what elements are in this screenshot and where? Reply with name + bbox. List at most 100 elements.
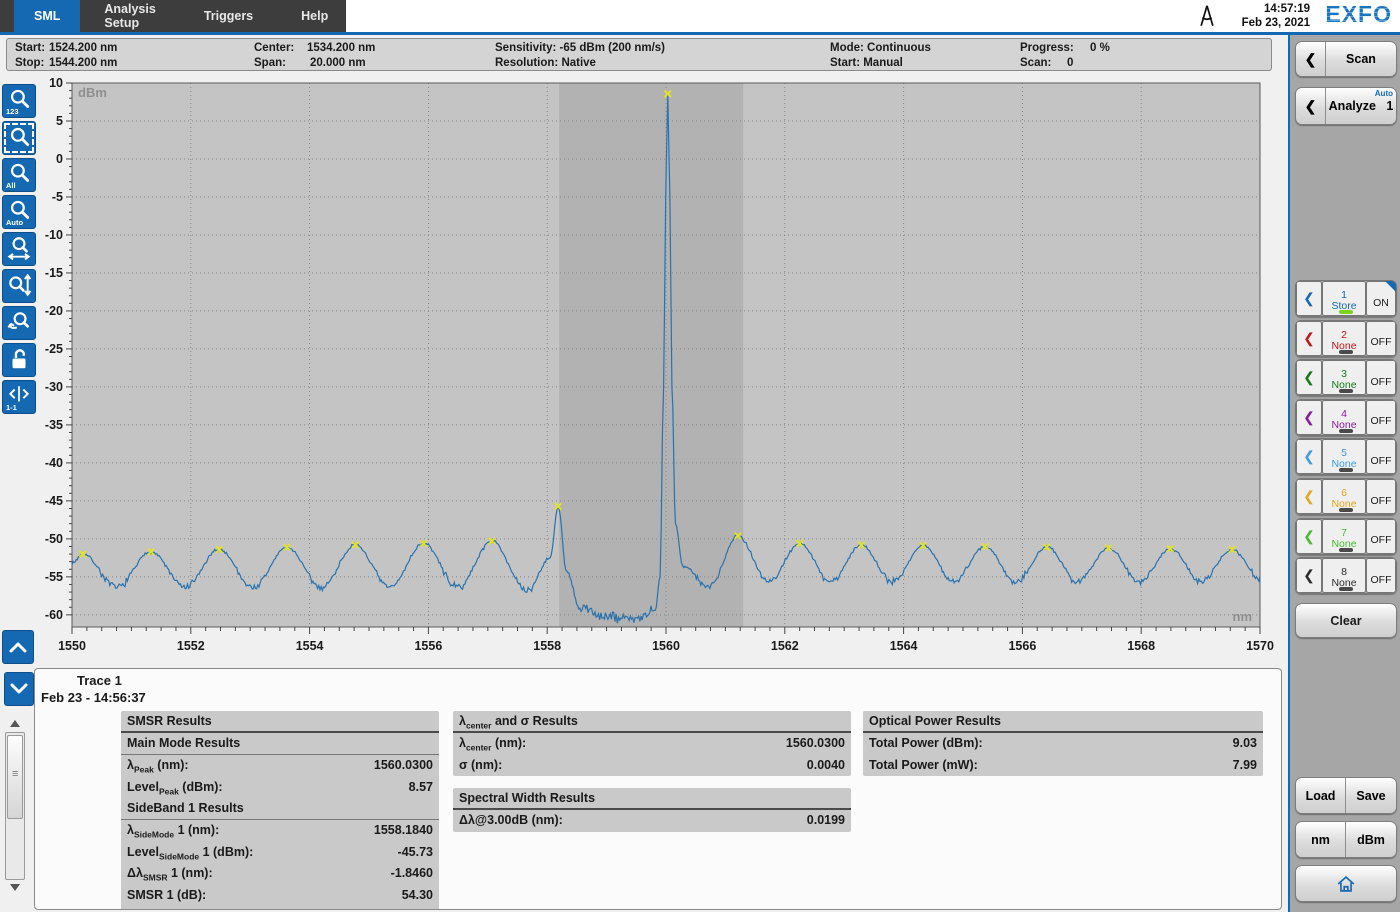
smsr-results-column: SMSR ResultsMain Mode ResultsλPeak (nm):… — [121, 711, 439, 910]
tab-analysis-setup[interactable]: Analysis Setup — [80, 0, 179, 32]
analyze-auto-badge: Auto — [1375, 89, 1393, 98]
y-tick-label: -25 — [45, 342, 63, 356]
y-tick-label: -5 — [52, 190, 63, 204]
trace-state-led — [1339, 587, 1353, 591]
compass-icon — [1194, 3, 1220, 29]
result-value: -45.73 — [398, 845, 433, 861]
chart-expand-button[interactable] — [2, 630, 34, 664]
analyze-options-button[interactable]: ❮ — [1296, 88, 1326, 124]
result-label: λPeak (nm): — [127, 758, 189, 774]
save-button[interactable]: Save — [1346, 778, 1396, 813]
home-button[interactable] — [1295, 865, 1397, 902]
x-tick-label: 1562 — [771, 639, 799, 653]
toolbar-button-sublabel: Auto — [6, 218, 23, 227]
results-collapse-button[interactable] — [4, 672, 34, 706]
zoom-vertical-button[interactable] — [2, 269, 36, 303]
trace-4-onoff-button[interactable]: OFF — [1366, 400, 1396, 435]
toolbar-button-sublabel: 123 — [6, 107, 19, 116]
trace-5-onoff-button[interactable]: OFF — [1366, 439, 1396, 474]
trace-5-row: ❮5NoneOFF — [1295, 438, 1397, 475]
x-tick-label: 1558 — [533, 639, 561, 653]
analyze-group: ❮ Auto Analyze 1 — [1295, 87, 1397, 125]
tab-help[interactable]: Help — [277, 0, 352, 32]
clear-button[interactable]: Clear — [1295, 603, 1397, 638]
y-tick-label: -30 — [45, 380, 63, 394]
trace-3-onoff-button[interactable]: OFF — [1366, 360, 1396, 395]
result-row: Total Power (dBm): 9.03 — [863, 733, 1263, 755]
trace-8-onoff-button[interactable]: OFF — [1366, 558, 1396, 593]
start-value: 1524.200 nm — [49, 42, 117, 54]
tab-sml[interactable]: SML — [14, 0, 80, 32]
clock: 14:57:19 Feb 23, 2021 — [1242, 2, 1310, 30]
results-timestamp: Feb 23 - 14:56:37 — [41, 690, 146, 705]
trace-state-label: OFF — [1368, 571, 1394, 586]
results-table: λcenter and σ Resultsλcenter (nm):1560.0… — [453, 711, 851, 776]
zoom-selection-button[interactable] — [2, 121, 36, 155]
trace-1-options-button[interactable]: ❮ — [1296, 281, 1322, 316]
results-panel: Trace 1 Feb 23 - 14:56:37 SMSR ResultsMa… — [34, 668, 1282, 910]
trace-state-led — [1339, 429, 1353, 433]
scan-button[interactable]: Scan — [1326, 42, 1396, 76]
trace-6-onoff-button[interactable]: OFF — [1366, 479, 1396, 514]
result-row: LevelPeak (dBm):8.57 — [121, 777, 439, 799]
trace-4-options-button[interactable]: ❮ — [1296, 400, 1322, 435]
x-tick-label: 1550 — [58, 639, 86, 653]
markers-button[interactable]: 1-1 — [2, 380, 36, 414]
analyze-button[interactable]: Auto Analyze 1 — [1326, 88, 1396, 124]
result-row: σ (nm):0.0040 — [453, 755, 851, 777]
results-scrollbar-thumb[interactable] — [7, 735, 23, 819]
trace-3-row: ❮3NoneOFF — [1295, 359, 1397, 396]
trace-5-options-button[interactable]: ❮ — [1296, 439, 1322, 474]
result-value: -1.8460 — [391, 866, 433, 882]
trace-7-options-button[interactable]: ❮ — [1296, 519, 1322, 554]
result-row: Total Power (mW):7.99 — [863, 755, 1263, 777]
results-trace-title: Trace 1 — [77, 673, 122, 688]
trace-number: 2 — [1324, 330, 1364, 341]
zoom-undo-button[interactable] — [2, 306, 36, 340]
result-value: 1560.0300 — [374, 758, 433, 774]
stop-label: Stop: — [15, 57, 44, 69]
scan-status-bar: Start: 1524.200 nm Stop: 1544.200 nm Cen… — [6, 38, 1272, 71]
y-tick-label: -15 — [45, 266, 63, 280]
result-value: 9.03 — [1233, 736, 1257, 752]
tab-triggers[interactable]: Triggers — [180, 0, 277, 32]
result-label: Total Power (dBm): — [869, 736, 983, 752]
x-unit-button[interactable]: nm — [1296, 822, 1346, 857]
result-row: λPeak (nm): 1560.0300 — [121, 755, 439, 777]
zoom-auto-button[interactable]: Auto — [2, 195, 36, 229]
trace-3-options-button[interactable]: ❮ — [1296, 360, 1322, 395]
spectrum-plot[interactable]: 1550155215541556155815601562156415661568… — [38, 70, 1286, 670]
y-axis-unit-label: dBm — [78, 85, 107, 100]
result-label: σ (nm): — [459, 758, 502, 774]
load-button[interactable]: Load — [1296, 778, 1346, 813]
lock-open-button[interactable] — [2, 343, 36, 377]
results-table-header: SMSR Results — [121, 711, 439, 733]
spectrum-chart[interactable]: 1550155215541556155815601562156415661568… — [38, 70, 1286, 670]
results-table: Optical Power ResultsTotal Power (dBm):9… — [863, 711, 1263, 776]
results-scrollbar[interactable] — [5, 732, 25, 880]
results-table-header: λcenter and σ Results — [453, 711, 851, 733]
zoom-numeric-button[interactable]: 123 — [2, 84, 36, 118]
trace-6-row: ❮6NoneOFF — [1295, 478, 1397, 515]
scan-count-label: Scan: — [1020, 57, 1051, 69]
trace-7-onoff-button[interactable]: OFF — [1366, 519, 1396, 554]
result-label: Δλ@3.00dB (nm): — [459, 813, 563, 829]
scan-options-button[interactable]: ❮ — [1296, 42, 1326, 76]
x-tick-label: 1556 — [414, 639, 442, 653]
trace-2-options-button[interactable]: ❮ — [1296, 321, 1322, 356]
trace-6-options-button[interactable]: ❮ — [1296, 479, 1322, 514]
trace-state-label: ON — [1368, 294, 1394, 309]
y-tick-label: -50 — [45, 532, 63, 546]
x-tick-label: 1570 — [1246, 639, 1274, 653]
result-label: λSideMode 1 (nm): — [127, 823, 219, 839]
results-scroll-up-icon[interactable] — [10, 720, 20, 727]
sensitivity: Sensitivity: -65 dBm (200 nm/s) — [495, 42, 665, 54]
y-unit-button[interactable]: dBm — [1346, 822, 1396, 857]
trace-8-options-button[interactable]: ❮ — [1296, 558, 1322, 593]
trace-2-onoff-button[interactable]: OFF — [1366, 321, 1396, 356]
zoom-horizontal-button[interactable] — [2, 232, 36, 266]
result-value: 7.99 — [1233, 758, 1257, 774]
results-scroll-down-icon[interactable] — [10, 884, 20, 891]
trigger-start: Start: Manual — [830, 57, 903, 69]
zoom-all-button[interactable]: All — [2, 158, 36, 192]
